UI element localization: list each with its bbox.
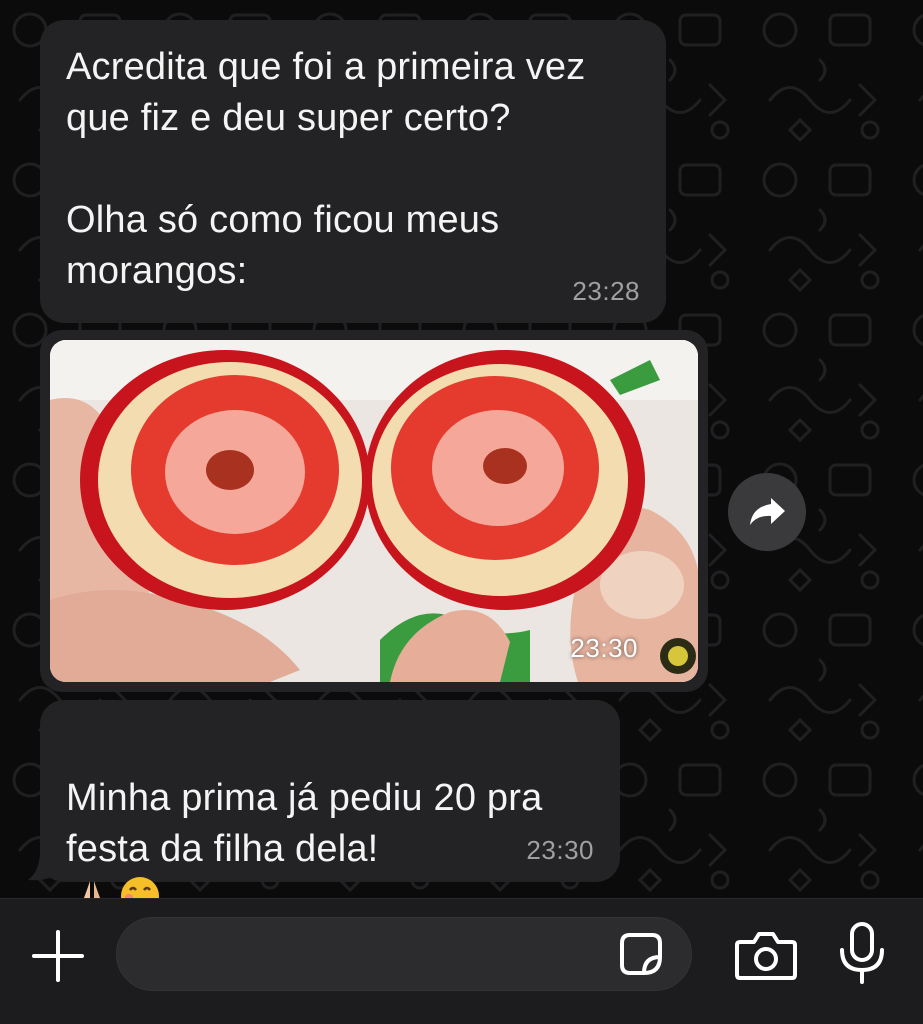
forward-button[interactable] [728,473,806,551]
message-timestamp: 23:30 [526,835,594,865]
message-text-with-emoji: Minha prima já pediu 20 pra festa da fil… [66,722,594,898]
forward-arrow-icon [750,498,785,525]
photo-timestamp: 23:30 [570,633,638,663]
message-input[interactable] [116,917,692,991]
message-bubble-tail [28,842,64,881]
image-message-bubble[interactable]: 23:30 [40,330,708,692]
face-with-hand-over-mouth-emoji [121,877,159,898]
sticker-icon[interactable] [614,927,668,981]
message-bubble-3[interactable]: Minha prima já pediu 20 pra festa da fil… [40,700,620,898]
microphone-icon[interactable] [836,920,888,986]
message-text: Acredita que foi a primeira vez que fiz … [66,46,586,292]
plus-icon[interactable] [30,928,86,984]
strawberries-photo [50,340,698,682]
message-timestamp: 23:28 [572,276,640,306]
camera-icon[interactable] [734,928,798,982]
chat-area[interactable]: Acredita que foi a primeira vez que fiz … [0,0,923,898]
message-photo[interactable]: 23:30 [50,340,698,682]
message-bubble-1[interactable]: Acredita que foi a primeira vez que fiz … [40,20,666,323]
praying-hands-emoji [83,881,101,898]
message-text: Minha prima já pediu 20 pra festa da fil… [66,777,543,870]
